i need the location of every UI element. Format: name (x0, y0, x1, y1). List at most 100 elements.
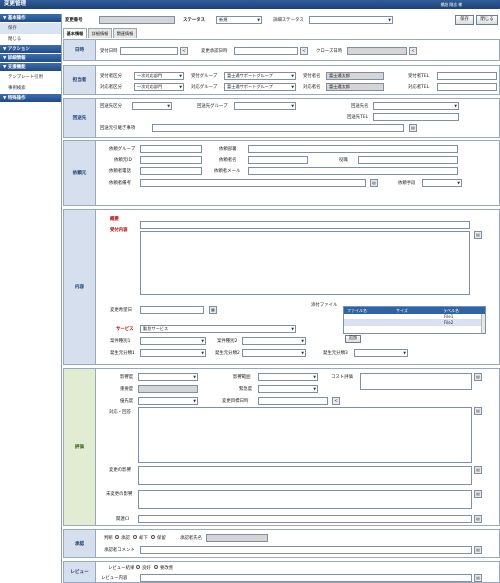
approval-comment-field[interactable] (140, 546, 472, 554)
service-select[interactable]: 勤怠サービス (140, 325, 296, 333)
response-textarea[interactable] (138, 407, 472, 463)
section-requester-title: 依頼元 (64, 141, 96, 205)
resp-group-select[interactable]: 富士通サポートグループ (224, 83, 296, 91)
case-type2-select[interactable] (242, 337, 306, 345)
impact-of-change-edit-icon[interactable]: ▤ (474, 466, 482, 474)
close-date-picker-icon[interactable]: < (409, 47, 417, 55)
status-select[interactable]: 新規 (216, 16, 262, 24)
escalation-division-select[interactable] (132, 102, 172, 110)
escalation-name-select[interactable] (373, 102, 459, 110)
req-group-field[interactable] (140, 145, 202, 153)
nav-item-case-search[interactable]: 事例検索 (0, 83, 61, 94)
origin3-select[interactable] (354, 349, 408, 357)
nav-actions[interactable]: ▼ アクション (0, 45, 61, 54)
radio-good[interactable] (136, 565, 140, 569)
req-id-field[interactable] (140, 156, 202, 164)
accept-date-picker-icon[interactable]: < (180, 47, 188, 55)
case-type1-select[interactable] (140, 337, 206, 345)
accept-division-select[interactable]: 一次対応部門 (134, 72, 184, 80)
req-title-field[interactable] (358, 156, 458, 164)
section-content-title: 内容 (64, 210, 96, 364)
impact-select[interactable] (138, 373, 198, 381)
radio-hold[interactable] (151, 535, 155, 539)
tab-related-info[interactable]: 関連情報 (113, 28, 137, 38)
resp-division-select[interactable]: 一次対応部門 (134, 83, 184, 91)
related-ci-edit-icon[interactable]: ▤ (474, 515, 482, 523)
detail-edit-icon[interactable]: ▤ (474, 231, 482, 239)
escalation-group-select[interactable] (234, 102, 296, 110)
impact-of-change-textarea[interactable] (138, 466, 472, 485)
target-date-picker-icon[interactable]: < (332, 397, 340, 405)
target-date-field[interactable] (258, 397, 328, 405)
tab-basic-info[interactable]: 基本情報 (63, 28, 87, 38)
req-mail-field[interactable] (248, 167, 458, 175)
close-button[interactable]: 閉じる (476, 15, 498, 25)
approve-date-picker-icon[interactable]: < (300, 47, 308, 55)
accept-date-field[interactable] (120, 47, 178, 55)
handover-edit-icon[interactable]: ▤ (409, 124, 417, 132)
req-note-field[interactable] (140, 179, 366, 187)
approve-date-field[interactable] (234, 47, 298, 55)
attachment-row[interactable]: File2 (344, 320, 485, 326)
nav-item-close[interactable]: 閉じる (0, 34, 61, 45)
nav-item-save[interactable]: 保存 (0, 23, 61, 34)
section-review: レビュー レビュー結果 良好 要改善 レビュー内容 ▤ (63, 561, 500, 583)
urgency-select[interactable] (258, 385, 318, 393)
col-size: サイズ (396, 308, 408, 313)
change-number-field (99, 16, 175, 24)
nav-item-template[interactable]: テンプレート引用 (0, 72, 61, 83)
req-phone-field[interactable] (140, 167, 202, 175)
accept-tel-field[interactable] (437, 72, 497, 80)
scope-select[interactable] (258, 373, 318, 381)
req-dept-field[interactable] (248, 145, 458, 153)
related-ci-field[interactable] (138, 515, 472, 523)
section-content: 内容 概要 受付内容 ▤ 変更希望日 ▦ 添付ファイル ファイル名 サイズ ラベ… (63, 209, 500, 365)
desired-date-field[interactable] (140, 306, 204, 314)
save-button[interactable]: 保存 (455, 15, 474, 25)
review-content-field[interactable] (140, 574, 472, 582)
summary-field[interactable] (140, 221, 470, 229)
case-type2-label: 案件種別2 (217, 339, 238, 344)
accept-division-label: 受付者区分 (100, 74, 122, 79)
add-attachment-button[interactable]: 追加 (345, 335, 361, 343)
attachment-scrollbar[interactable] (481, 314, 485, 333)
origin2-select[interactable] (242, 349, 306, 357)
accept-group-select[interactable]: 富士通サポートグループ (224, 72, 296, 80)
detail-status-select[interactable] (309, 16, 393, 24)
req-note-edit-icon[interactable]: ▤ (370, 179, 378, 187)
desired-date-calendar-icon[interactable]: ▦ (209, 306, 217, 314)
req-title-label: 役職 (339, 158, 348, 163)
nav-details[interactable]: ▼ 詳細情報 (0, 54, 61, 63)
nav-basic-ops[interactable]: ▼ 基本操作 (0, 14, 61, 23)
origin1-select[interactable] (140, 349, 206, 357)
impact-no-change-edit-icon[interactable]: ▤ (474, 490, 482, 498)
req-dept-label: 依頼部署 (219, 147, 237, 152)
detail-textarea[interactable] (140, 231, 470, 295)
req-name-field[interactable] (248, 156, 308, 164)
radio-reject[interactable] (133, 535, 137, 539)
radio-needs-improvement[interactable] (154, 565, 158, 569)
nav-special[interactable]: ▼ 特殊操作 (0, 94, 61, 103)
importance-field (138, 385, 198, 393)
impact-no-change-textarea[interactable] (138, 490, 472, 509)
close-date-label: クローズ日時 (316, 49, 343, 54)
cost-edit-icon[interactable]: ▤ (474, 373, 482, 381)
response-edit-icon[interactable]: ▤ (474, 407, 482, 415)
related-ci-label: 関連CI (116, 517, 130, 522)
escalation-tel-field[interactable] (373, 113, 459, 121)
priority-select[interactable] (138, 397, 198, 405)
handover-field[interactable] (152, 124, 404, 132)
origin3-label: 発生元分類3 (323, 351, 348, 356)
cost-field[interactable] (360, 373, 472, 390)
approval-comment-edit-icon[interactable]: ▤ (474, 546, 482, 554)
radio-approve[interactable] (115, 535, 119, 539)
review-content-label: レビュー内容 (101, 576, 128, 581)
req-method-select[interactable] (422, 179, 462, 187)
approve-date-label: 変更承認日時 (201, 49, 228, 54)
resp-tel-field[interactable] (437, 83, 497, 91)
resp-group-label: 対応グループ (191, 85, 218, 90)
nav-support[interactable]: ▼ 支援機能 (0, 63, 61, 72)
escalation-name-label: 回送先名 (351, 104, 369, 109)
review-content-edit-icon[interactable]: ▤ (474, 574, 482, 582)
tab-detail-info[interactable]: 詳細情報 (88, 28, 112, 38)
